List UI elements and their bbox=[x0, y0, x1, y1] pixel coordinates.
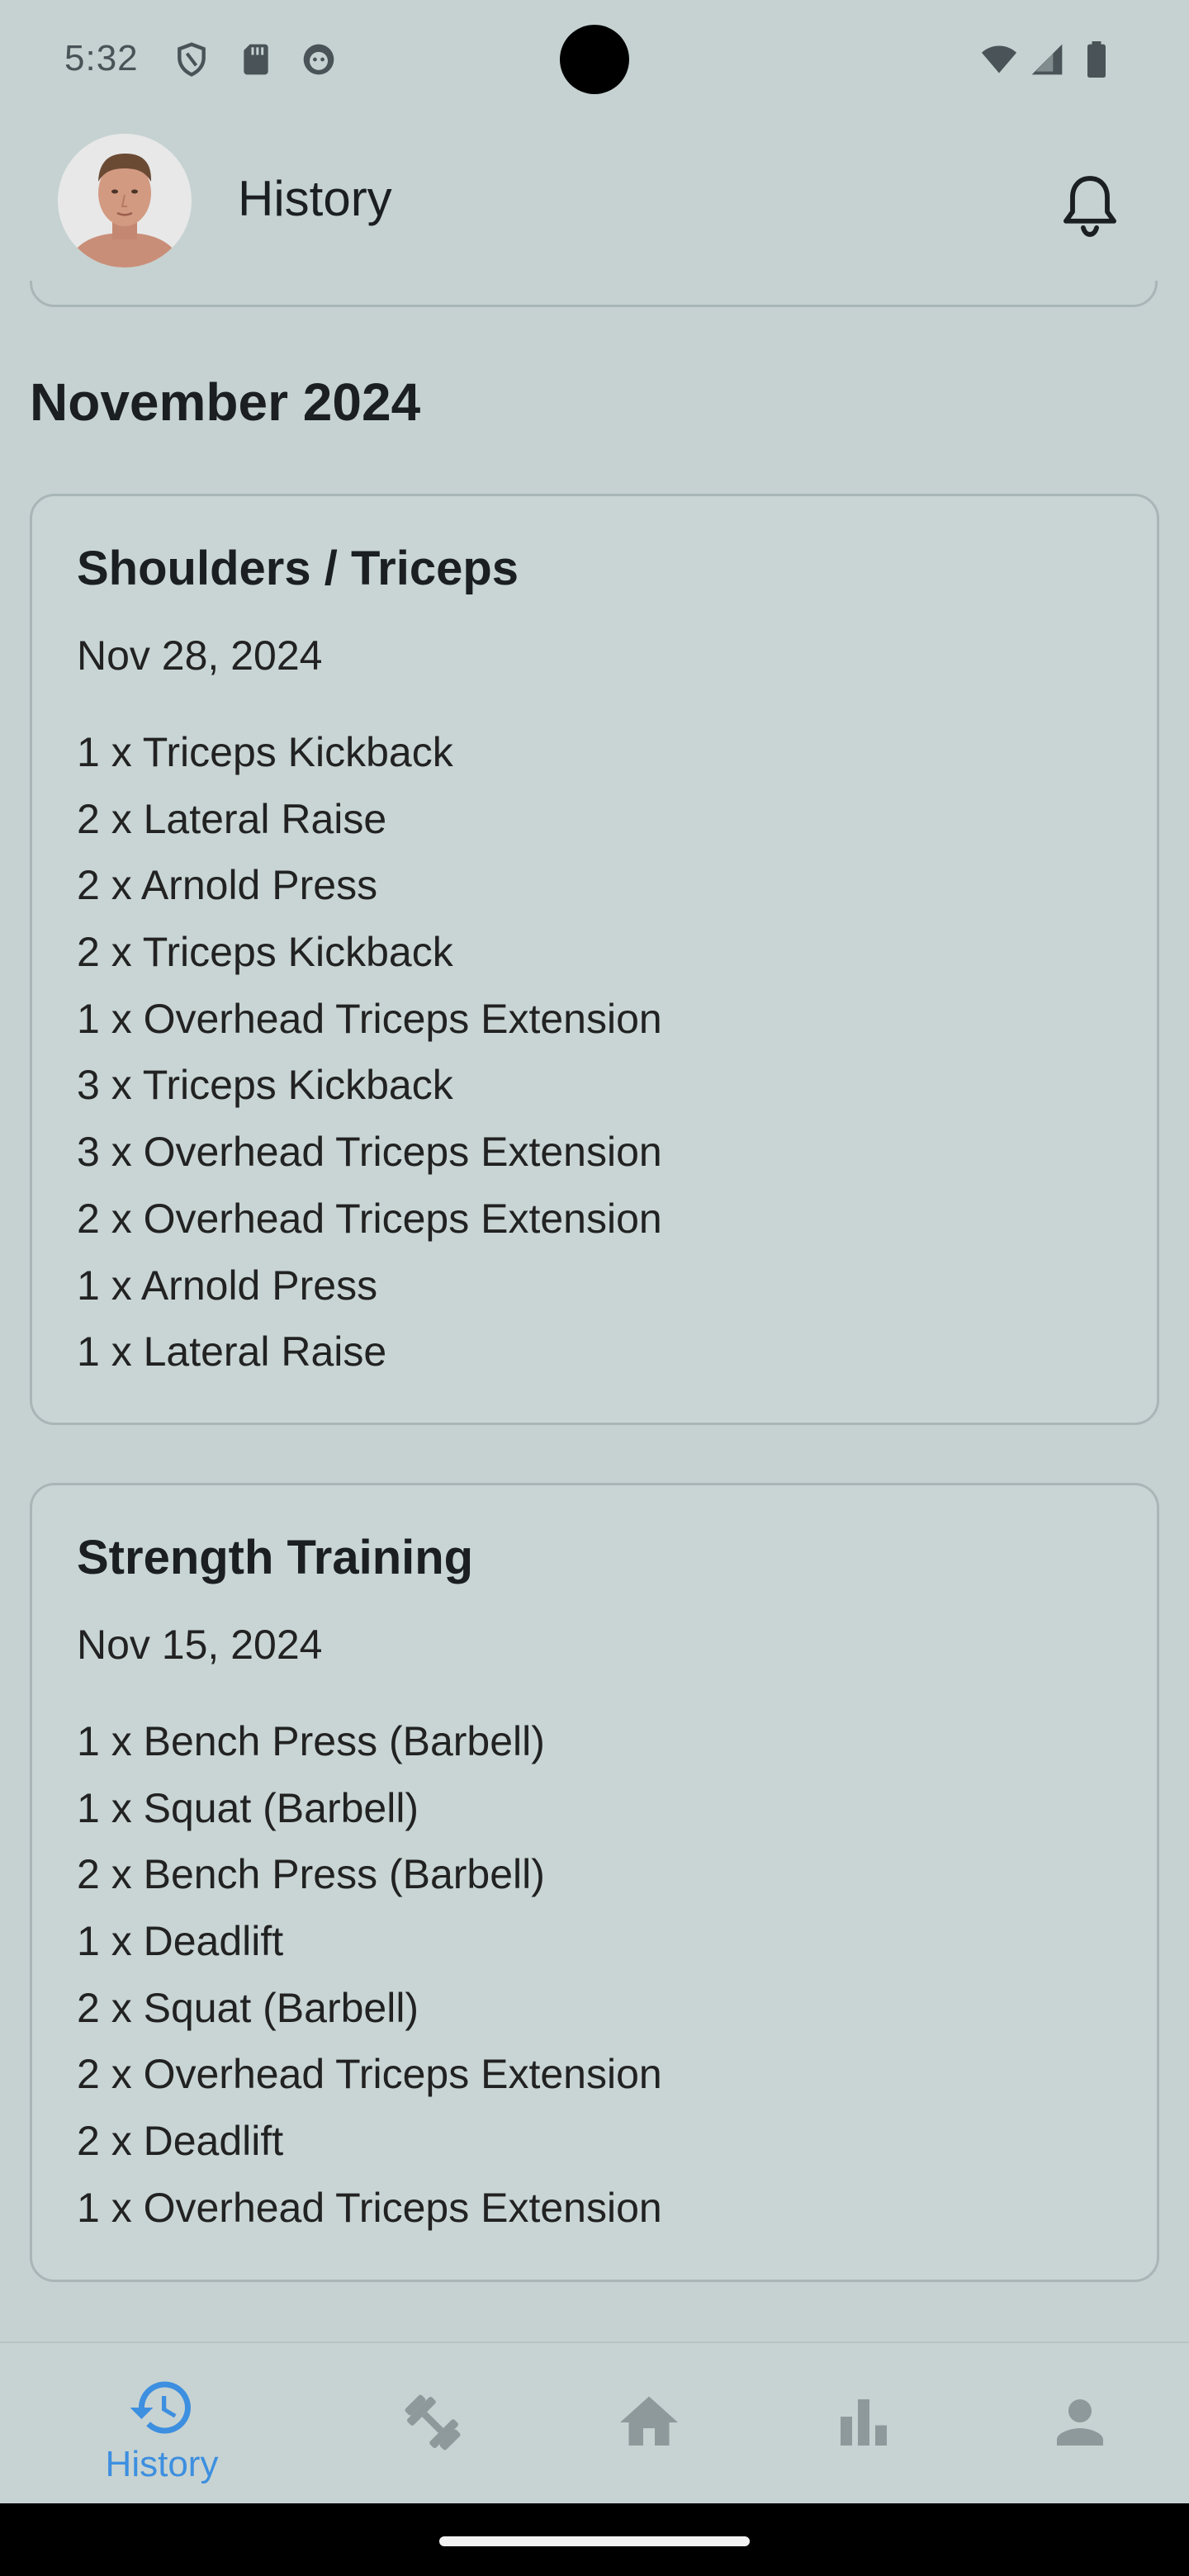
profile-icon bbox=[1057, 2399, 1103, 2446]
exercise-list: 1 x Bench Press (Barbell) 1 x Squat (Bar… bbox=[77, 1708, 662, 2242]
app-header: History bbox=[0, 119, 1189, 281]
previous-card bbox=[30, 281, 1158, 307]
signal-icon bbox=[1031, 44, 1063, 75]
status-time: 5:32 bbox=[64, 38, 139, 78]
exercise-item: 3 x Overhead Triceps Extension bbox=[77, 1129, 662, 1176]
workout-date: Nov 28, 2024 bbox=[77, 632, 323, 679]
home-icon bbox=[620, 2396, 678, 2446]
exercise-item: 1 x Triceps Kickback bbox=[77, 729, 453, 775]
avatar[interactable] bbox=[58, 134, 192, 268]
workout-card[interactable]: Shoulders / Triceps Nov 28, 2024 1 x Tri… bbox=[30, 494, 1159, 1425]
status-bar: 5:32 bbox=[0, 0, 1189, 119]
exercise-item: 1 x Overhead Triceps Extension bbox=[77, 995, 662, 1042]
screen: 5:32 History November 2024 Shoulders / T… bbox=[0, 0, 1189, 2576]
exercise-list: 1 x Triceps Kickback 2 x Lateral Raise 2… bbox=[77, 719, 662, 1385]
game-icon bbox=[303, 44, 334, 75]
exercise-item: 1 x Lateral Raise bbox=[77, 1328, 387, 1376]
nav-item-history[interactable]: History bbox=[79, 2343, 244, 2505]
workout-title: Shoulders / Triceps bbox=[77, 542, 519, 595]
nav-label-history: History bbox=[105, 2444, 219, 2484]
exercise-item: 2 x Triceps Kickback bbox=[77, 929, 453, 976]
shield-icon bbox=[178, 42, 206, 77]
month-heading: November 2024 bbox=[30, 372, 421, 432]
nav-item-workout[interactable] bbox=[350, 2343, 515, 2505]
bottom-nav: History bbox=[0, 2342, 1189, 2505]
exercise-item: 2 x Squat (Barbell) bbox=[77, 1984, 419, 2031]
profile-photo bbox=[58, 134, 192, 268]
workout-icon bbox=[405, 2394, 461, 2451]
stats-icon bbox=[841, 2399, 887, 2446]
workout-card[interactable]: Strength Training Nov 15, 2024 1 x Bench… bbox=[30, 1483, 1159, 2282]
battery-icon bbox=[1087, 41, 1106, 78]
exercise-item: 1 x Arnold Press bbox=[77, 1262, 378, 1309]
workout-date: Nov 15, 2024 bbox=[77, 1622, 323, 1668]
gesture-bar bbox=[0, 2503, 1189, 2576]
exercise-item: 2 x Overhead Triceps Extension bbox=[77, 1195, 662, 1242]
exercise-item: 1 x Deadlift bbox=[77, 1918, 284, 1965]
nav-item-home[interactable] bbox=[566, 2343, 732, 2505]
exercise-item: 1 x Squat (Barbell) bbox=[77, 1784, 419, 1831]
wifi-icon bbox=[981, 45, 1017, 73]
exercise-item: 3 x Triceps Kickback bbox=[77, 1062, 453, 1109]
exercise-item: 2 x Overhead Triceps Extension bbox=[77, 2051, 662, 2098]
exercise-item: 2 x Arnold Press bbox=[77, 862, 378, 909]
exercise-item: 1 x Bench Press (Barbell) bbox=[77, 1718, 545, 1764]
nav-item-stats[interactable] bbox=[781, 2343, 946, 2505]
exercise-item: 2 x Bench Press (Barbell) bbox=[77, 1851, 545, 1898]
page-title: History bbox=[238, 171, 392, 226]
gesture-handle[interactable] bbox=[439, 2536, 750, 2546]
exercise-item: 1 x Overhead Triceps Extension bbox=[77, 2184, 662, 2231]
nav-item-profile[interactable] bbox=[997, 2343, 1163, 2505]
exercise-item: 2 x Deadlift bbox=[77, 2118, 284, 2165]
camera-cutout bbox=[560, 25, 629, 94]
workout-title: Strength Training bbox=[77, 1531, 474, 1584]
history-icon bbox=[130, 2381, 191, 2434]
exercise-item: 2 x Lateral Raise bbox=[77, 795, 387, 842]
bell-icon[interactable] bbox=[1057, 172, 1123, 241]
history-list[interactable]: November 2024 Shoulders / Triceps Nov 28… bbox=[0, 281, 1189, 2345]
sd-card-icon bbox=[244, 44, 268, 75]
